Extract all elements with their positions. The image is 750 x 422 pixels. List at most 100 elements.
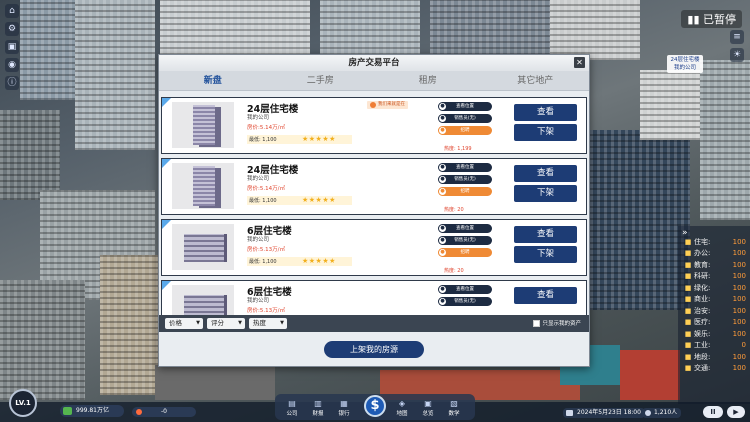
dock-overview[interactable]: ▣ 总览: [417, 399, 439, 417]
view-button[interactable]: 查看: [514, 104, 577, 121]
map-icon: ◈: [398, 399, 406, 408]
level-badge[interactable]: LV.1: [9, 389, 37, 417]
delist-button[interactable]: 下架: [514, 185, 577, 202]
game-pause-button[interactable]: II: [703, 406, 723, 418]
locate-label: 查看位置: [456, 165, 474, 170]
dock-label: 总览: [422, 411, 434, 417]
building: [700, 60, 750, 220]
pause-status-icon: ▮▮: [687, 13, 703, 26]
building-tag[interactable]: 24层住宅楼 我的公司: [667, 55, 703, 73]
view-button[interactable]: 查看: [514, 226, 577, 243]
heat-sort-select[interactable]: 热度 ▼: [249, 318, 287, 329]
menu-icon[interactable]: ≡: [730, 30, 744, 44]
view-button[interactable]: 查看: [514, 165, 577, 182]
building: [160, 0, 310, 55]
chevron-down-icon: ▼: [196, 320, 200, 326]
midrise-image: [184, 234, 224, 262]
hire-button[interactable]: ● 招聘: [438, 187, 492, 196]
tab-other-property[interactable]: 其它地产: [482, 71, 590, 90]
salesperson-button[interactable]: ● 销售员(无): [438, 236, 492, 245]
dock-math[interactable]: ▧ 数学: [443, 399, 465, 417]
salesperson-button[interactable]: ● 销售员(无): [438, 175, 492, 184]
delist-button[interactable]: 下架: [514, 246, 577, 263]
stat-label: 绿化:: [694, 283, 711, 292]
listing-company: 我的公司: [247, 176, 270, 182]
tab-new-homes[interactable]: 新盘: [159, 71, 267, 90]
tab-rental[interactable]: 租房: [374, 71, 482, 90]
midrise-image: [184, 295, 224, 315]
income-display: -0: [132, 407, 196, 417]
stat-label: 医疗:: [694, 318, 711, 327]
finance-button[interactable]: $: [364, 395, 386, 417]
stats-collapse-icon[interactable]: »: [682, 228, 688, 238]
checkbox-icon: [533, 320, 541, 327]
new-corner-marker: [162, 281, 171, 290]
salesperson-label: 销售员(无): [454, 116, 476, 121]
view-button[interactable]: 查看: [514, 287, 577, 304]
listing-list[interactable]: 24层住宅楼 我的公司 房价:5.14万/㎡ 最低: 1,100 ★★★★★ 我…: [161, 93, 589, 315]
list-my-property-button[interactable]: 上架我的房源: [324, 341, 424, 358]
camera-icon[interactable]: ◉: [5, 58, 19, 72]
delist-button[interactable]: 下架: [514, 124, 577, 141]
tab-second-hand[interactable]: 二手房: [267, 71, 375, 90]
min-price: 最低: 1,100: [249, 198, 277, 204]
info-icon[interactable]: ⓘ: [5, 76, 19, 90]
locate-button[interactable]: ● 查看位置: [438, 102, 492, 111]
save-icon[interactable]: ▣: [5, 40, 19, 54]
game-speed-icon[interactable]: ▶: [727, 406, 745, 418]
pause-status[interactable]: ▮▮ 已暂停: [681, 10, 742, 28]
locate-button[interactable]: ● 查看位置: [438, 224, 492, 233]
hire-button[interactable]: ● 招聘: [438, 126, 492, 135]
stat-value: 100: [732, 237, 746, 246]
stat-label: 住宅:: [694, 237, 711, 246]
stat-label: 工业:: [694, 341, 711, 350]
stat-icon: ■: [684, 364, 692, 373]
stat-label: 科研:: [694, 272, 711, 281]
building: [20, 0, 75, 100]
listing-card[interactable]: 24层住宅楼 我的公司 房价:5.14万/㎡ 最低: 1,100 ★★★★★ ●…: [161, 158, 587, 215]
hire-button[interactable]: ● 招聘: [438, 248, 492, 257]
listing-card[interactable]: 24层住宅楼 我的公司 房价:5.14万/㎡ 最低: 1,100 ★★★★★ 我…: [161, 97, 587, 154]
dock-report[interactable]: ▥ 财报: [307, 399, 329, 417]
dock-bank[interactable]: ▦ 银行: [333, 399, 355, 417]
listing-price: 房价:5.13万/㎡: [247, 308, 285, 314]
settings-icon[interactable]: ⚙: [5, 22, 19, 36]
locate-button[interactable]: ● 查看位置: [438, 163, 492, 172]
rating-sort-select[interactable]: 评分 ▼: [207, 318, 245, 329]
park: [620, 350, 680, 400]
salesperson-button[interactable]: ● 销售员(无): [438, 114, 492, 123]
min-price: 最低: 1,100: [249, 259, 277, 265]
promo-badge: 我们来就是在: [367, 101, 408, 109]
dialog-header: 房产交易平台 ✕: [159, 55, 589, 71]
stat-value: 100: [732, 283, 746, 292]
promo-icon: [370, 102, 376, 108]
weather-icon[interactable]: ☀: [730, 48, 744, 62]
star-rating: ★★★★★: [302, 257, 336, 265]
listing-card[interactable]: 6层住宅楼 我的公司 房价:5.13万/㎡ ● 查看位置 ● 销售员(无) 查看: [161, 280, 587, 315]
listing-card[interactable]: 6层住宅楼 我的公司 房价:5.13万/㎡ 最低: 1,100 ★★★★★ ● 查…: [161, 219, 587, 276]
stat-row: ■ 商业: 100: [684, 294, 746, 306]
person-icon: ●: [439, 176, 446, 183]
salesperson-button[interactable]: ● 销售员(无): [438, 297, 492, 306]
money-display: 999.81万亿: [60, 405, 124, 417]
dock-company[interactable]: ▤ 公司: [281, 399, 303, 417]
math-icon: ▧: [450, 399, 458, 408]
building: [550, 0, 640, 60]
dock-map[interactable]: ◈ 地图: [391, 399, 413, 417]
location-pin-icon: ●: [439, 225, 446, 232]
only-mine-checkbox[interactable]: 只显示我的资产: [533, 319, 581, 327]
left-toolbar: ⌂ ⚙ ▣ ◉ ⓘ: [5, 4, 19, 90]
price-sort-select[interactable]: 价格 ▼: [165, 318, 203, 329]
salesperson-label: 销售员(无): [454, 238, 476, 243]
promo-text: 我们来就是在: [378, 102, 405, 107]
stat-label: 地段:: [694, 352, 711, 361]
company-icon: ▤: [288, 399, 296, 408]
hire-icon: ●: [439, 188, 446, 195]
close-icon[interactable]: ✕: [574, 57, 585, 68]
locate-button[interactable]: ● 查看位置: [438, 285, 492, 294]
home-icon[interactable]: ⌂: [5, 4, 19, 18]
locate-label: 查看位置: [456, 226, 474, 231]
price-sort-label: 价格: [169, 319, 182, 327]
date-display: 2024年5月23日 18:00: [563, 408, 645, 418]
overview-icon: ▣: [424, 399, 432, 408]
